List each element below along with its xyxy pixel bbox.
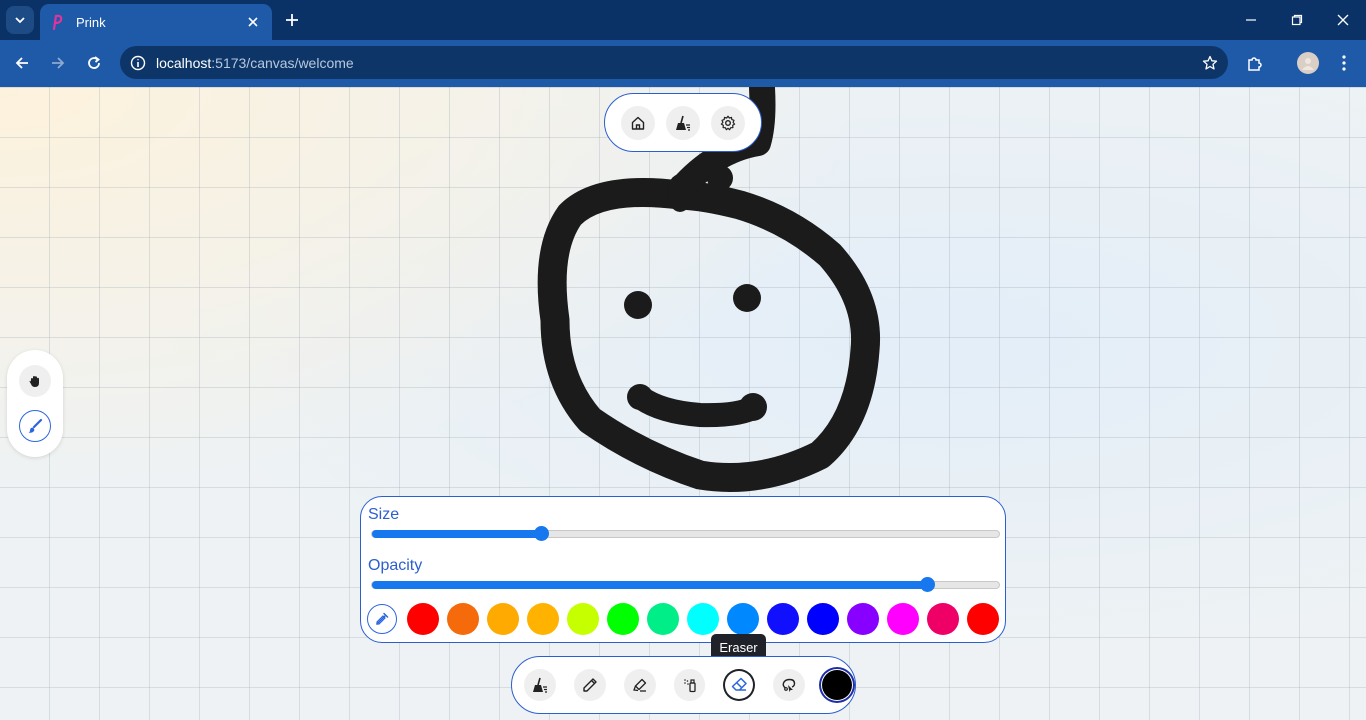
clear-tool-button[interactable] — [524, 669, 556, 701]
color-swatch-2[interactable] — [447, 603, 479, 635]
back-button[interactable] — [7, 48, 37, 78]
url-host: localhost — [156, 54, 212, 71]
highlighter-icon — [632, 678, 646, 692]
size-label: Size — [368, 506, 400, 523]
color-swatch-13[interactable] — [887, 603, 919, 635]
home-button[interactable] — [620, 105, 655, 140]
pencil-icon — [583, 678, 597, 692]
opacity-slider[interactable] — [371, 577, 1000, 592]
current-color-button[interactable] — [819, 667, 856, 703]
color-palette — [367, 603, 1007, 635]
browser-toolbar: localhost:5173/canvas/welcome — [0, 40, 1366, 87]
arrow-left-icon — [15, 57, 28, 69]
gear-icon — [721, 115, 736, 130]
spray-tool-button[interactable] — [673, 669, 706, 701]
lasso-icon — [782, 678, 796, 692]
opacity-label: Opacity — [368, 557, 423, 574]
current-color-swatch — [822, 670, 853, 700]
color-swatch-9[interactable] — [727, 603, 759, 635]
minimize-button[interactable] — [1228, 0, 1274, 40]
reload-icon — [88, 56, 100, 69]
forward-button[interactable] — [43, 48, 73, 78]
hand-icon — [29, 375, 39, 387]
address-bar[interactable]: localhost:5173/canvas/welcome — [120, 46, 1228, 79]
drawing-canvas[interactable]: Size Opacity Eraser — [0, 87, 1366, 720]
avatar-icon — [1297, 52, 1319, 74]
tab-strip: Prink — [0, 0, 1366, 40]
url-path: :5173/canvas/welcome — [211, 54, 354, 71]
pencil-tool-button[interactable] — [573, 669, 606, 701]
color-swatch-14[interactable] — [927, 603, 959, 635]
profile-button[interactable] — [1293, 48, 1323, 78]
tab-title: Prink — [76, 14, 106, 30]
reload-button[interactable] — [79, 48, 109, 78]
star-icon[interactable] — [1192, 46, 1228, 79]
spray-can-icon — [683, 679, 696, 693]
color-swatch-15[interactable] — [967, 603, 999, 635]
eraser-tool-button[interactable] — [723, 669, 756, 701]
prink-logo-icon — [50, 14, 66, 30]
restore-button[interactable] — [1274, 0, 1320, 40]
highlighter-tool-button[interactable] — [623, 669, 656, 701]
bottom-toolbar — [511, 656, 856, 714]
chevron-down-icon — [15, 17, 25, 24]
site-info-icon[interactable] — [120, 46, 156, 79]
clear-canvas-button[interactable] — [665, 105, 700, 140]
side-toolbar — [7, 350, 63, 457]
tab-search-button[interactable] — [6, 6, 34, 34]
broom-icon — [532, 677, 547, 693]
color-swatch-3[interactable] — [487, 603, 519, 635]
eraser-icon — [732, 677, 748, 691]
opacity-slider-fill — [372, 581, 927, 589]
pan-tool-button[interactable] — [19, 364, 51, 397]
color-swatch-12[interactable] — [847, 603, 879, 635]
size-slider[interactable] — [371, 526, 1000, 541]
browser-tab[interactable]: Prink — [40, 4, 272, 40]
restore-icon — [1291, 14, 1303, 26]
brush-tool-button[interactable] — [19, 410, 51, 443]
lasso-tool-button[interactable] — [773, 669, 806, 701]
color-swatch-4[interactable] — [527, 603, 559, 635]
color-swatch-10[interactable] — [767, 603, 799, 635]
color-swatch-7[interactable] — [647, 603, 679, 635]
settings-button[interactable] — [711, 105, 746, 140]
color-swatch-1[interactable] — [407, 603, 439, 635]
size-slider-fill — [372, 530, 542, 538]
opacity-slider-thumb[interactable] — [919, 577, 935, 592]
color-swatch-list — [407, 603, 1007, 635]
arrow-right-icon — [52, 57, 65, 69]
url-text: localhost:5173/canvas/welcome — [156, 55, 1192, 71]
close-window-button[interactable] — [1320, 0, 1366, 40]
plus-icon — [286, 14, 298, 26]
close-icon — [1337, 14, 1349, 26]
color-picker-button[interactable] — [367, 604, 397, 634]
eyedropper-icon — [375, 612, 389, 626]
more-vertical-icon — [1342, 55, 1346, 71]
puzzle-icon — [1248, 57, 1262, 71]
new-tab-button[interactable] — [280, 8, 304, 32]
color-swatch-8[interactable] — [687, 603, 719, 635]
color-swatch-11[interactable] — [807, 603, 839, 635]
extensions-button[interactable] — [1240, 48, 1270, 78]
color-swatch-6[interactable] — [607, 603, 639, 635]
minimize-icon — [1246, 19, 1256, 21]
brush-icon — [28, 419, 43, 434]
size-slider-thumb[interactable] — [534, 526, 550, 541]
broom-icon — [675, 115, 690, 131]
close-icon[interactable] — [244, 13, 262, 31]
home-icon — [631, 116, 644, 130]
color-swatch-5[interactable] — [567, 603, 599, 635]
brush-settings-panel: Size Opacity — [360, 496, 1006, 643]
top-menu — [604, 93, 762, 152]
browser-menu-button[interactable] — [1329, 48, 1359, 78]
